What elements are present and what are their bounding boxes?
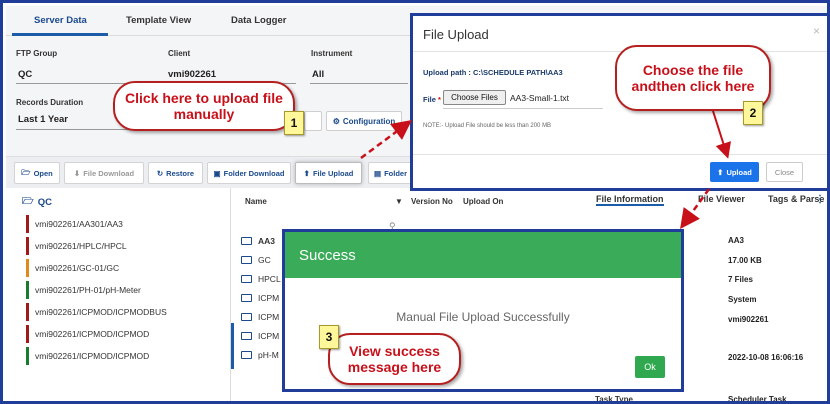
app-frame: Server Data Template View Data Logger FT…: [0, 0, 830, 404]
step-number-1: 1: [284, 111, 304, 135]
step-number-3: 3: [319, 325, 339, 349]
callout-1: Click here to upload file manually: [113, 81, 295, 131]
callout-3: View success message here: [328, 333, 461, 385]
step-number-2: 2: [743, 101, 763, 125]
